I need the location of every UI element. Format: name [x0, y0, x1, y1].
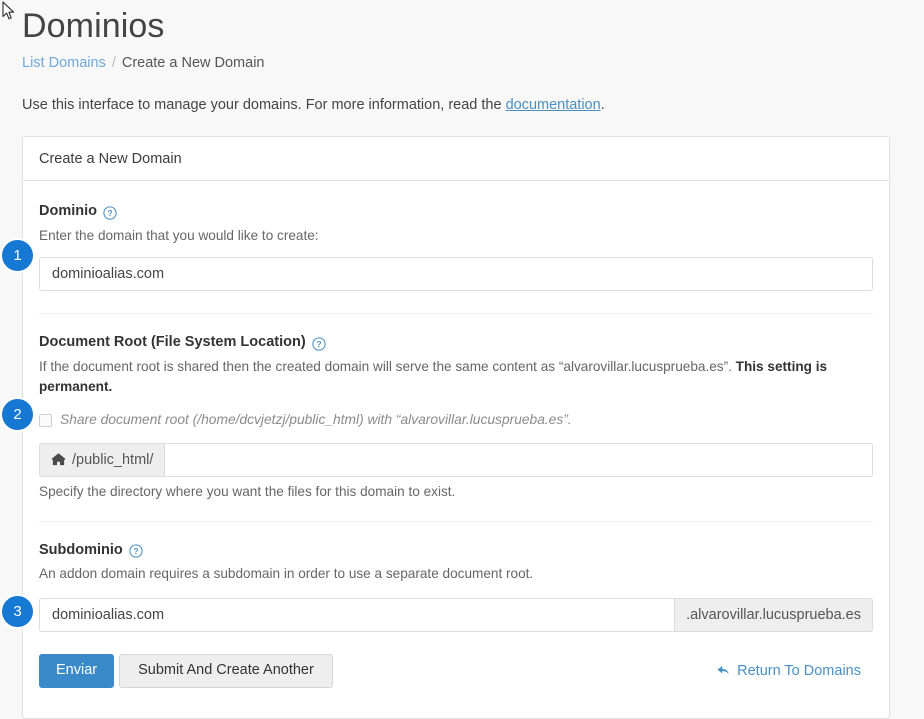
question-circle-icon[interactable]: ? — [312, 337, 326, 351]
card-header-title: Create a New Domain — [23, 137, 889, 182]
svg-text:?: ? — [133, 547, 138, 557]
document-root-prefix: /public_html/ — [39, 442, 165, 477]
return-to-domains-label: Return To Domains — [737, 662, 861, 679]
page-title: Dominios — [22, 7, 165, 45]
field-subdomain-label: Subdominio — [39, 541, 123, 558]
field-domain-label-row: Dominio ? — [39, 203, 873, 220]
svg-text:?: ? — [316, 339, 321, 349]
submit-button[interactable]: Enviar — [39, 653, 115, 688]
field-domain-description: Enter the domain that you would like to … — [39, 227, 319, 243]
field-document-root-label-row: Document Root (File System Location) ? — [39, 334, 873, 351]
share-document-root-checkbox[interactable] — [39, 414, 52, 427]
field-document-root-description: If the document root is shared then the … — [39, 357, 873, 396]
field-subdomain-description: An addon domain requires a subdomain in … — [39, 566, 534, 582]
field-domain-input-row — [39, 257, 873, 292]
card-body: Dominio ? Enter the domain that you woul… — [23, 181, 889, 717]
document-root-prefix-text: /public_html/ — [72, 451, 154, 468]
action-row: Enviar Submit And Create Another Return … — [39, 653, 873, 688]
intro-text: Use this interface to manage your domain… — [0, 71, 924, 115]
action-buttons: Enviar Submit And Create Another — [39, 653, 333, 688]
breadcrumb-separator: / — [111, 55, 116, 71]
share-document-root-label: Share document root (/home/dcvjetzj/publ… — [60, 412, 572, 428]
undo-arrow-icon — [717, 666, 729, 675]
subdomain-input[interactable] — [39, 597, 676, 632]
create-domain-card: Create a New Domain Dominio ? Enter the … — [22, 136, 890, 719]
field-document-root-description-text: If the document root is shared then the … — [39, 358, 736, 374]
page-header: Dominios List Domains / Create a New Dom… — [0, 0, 924, 71]
divider-1 — [39, 313, 873, 315]
documentation-link[interactable]: documentation — [506, 97, 601, 113]
share-document-root-row[interactable]: Share document root (/home/dcvjetzj/publ… — [39, 412, 873, 429]
breadcrumb: List Domains / Create a New Domain — [22, 43, 924, 71]
svg-text:?: ? — [107, 208, 112, 218]
submit-and-create-another-button[interactable]: Submit And Create Another — [119, 653, 333, 688]
document-root-helper: Specify the directory where you want the… — [39, 483, 456, 499]
subdomain-input-group: .alvarovillar.lucusprueba.es — [39, 597, 873, 632]
breadcrumb-link-list-domains[interactable]: List Domains — [22, 56, 106, 71]
breadcrumb-current: Create a New Domain — [121, 55, 265, 71]
document-root-input-group: /public_html/ — [39, 442, 873, 477]
question-circle-icon[interactable]: ? — [129, 544, 143, 559]
intro-text-before: Use this interface to manage your domain… — [22, 96, 506, 113]
field-domain: Dominio ? Enter the domain that you woul… — [39, 203, 873, 292]
divider-2 — [39, 520, 873, 522]
field-subdomain-label-row: Subdominio ? — [39, 542, 873, 559]
document-root-input[interactable] — [164, 442, 873, 477]
subdomain-suffix: .alvarovillar.lucusprueba.es — [675, 597, 873, 632]
field-document-root: Document Root (File System Location) ? I… — [39, 334, 873, 499]
field-subdomain: Subdominio ? An addon domain requires a … — [39, 542, 873, 632]
create-domain-card-wrapper: 1 2 3 Create a New Domain Dominio ? Ente… — [2, 136, 890, 719]
field-domain-label: Dominio — [39, 203, 97, 220]
domain-input[interactable] — [39, 257, 873, 292]
return-to-domains-link[interactable]: Return To Domains — [716, 663, 873, 679]
question-circle-icon[interactable]: ? — [103, 206, 117, 220]
home-icon — [51, 453, 66, 466]
field-document-root-label: Document Root (File System Location) — [39, 334, 306, 351]
intro-text-after: . — [600, 96, 605, 113]
